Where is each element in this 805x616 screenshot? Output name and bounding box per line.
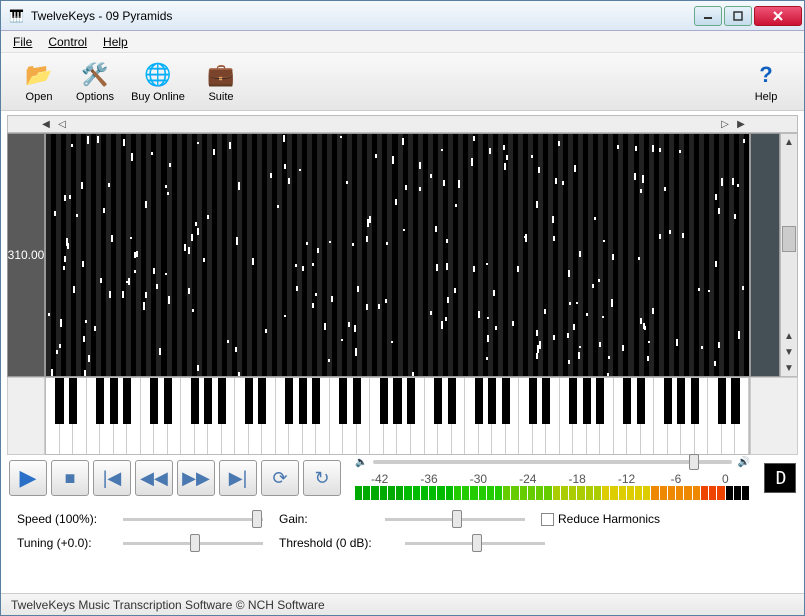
scroll-right-fast-icon[interactable]: ▶ bbox=[733, 116, 749, 132]
speed-label: Speed (100%): bbox=[17, 512, 107, 526]
toolbar: 📂 Open 🛠️ Options 🌐 Buy Online 💼 Suite ?… bbox=[1, 53, 804, 111]
tuning-label: Tuning (+0.0): bbox=[17, 536, 107, 550]
gain-label: Gain: bbox=[279, 512, 369, 526]
go-end-button[interactable]: ▶| bbox=[219, 460, 257, 496]
speaker-low-icon: 🔈 bbox=[355, 457, 367, 468]
play-button[interactable]: ▶ bbox=[9, 460, 47, 496]
speaker-high-icon: 🔊 bbox=[738, 457, 750, 468]
speed-slider[interactable] bbox=[123, 518, 263, 521]
open-button[interactable]: 📂 Open bbox=[11, 57, 67, 107]
tuning-thumb[interactable] bbox=[190, 534, 200, 552]
cycle-button[interactable]: ⟳ bbox=[261, 460, 299, 496]
go-start-button[interactable]: |◀ bbox=[93, 460, 131, 496]
status-bar: TwelveKeys Music Transcription Software … bbox=[1, 593, 804, 615]
loop-button[interactable]: ↻ bbox=[303, 460, 341, 496]
scroll-bottom-icon[interactable]: ▼ bbox=[781, 360, 797, 376]
menu-bar: File Control Help bbox=[1, 31, 804, 53]
reduce-harmonics-checkbox[interactable]: Reduce Harmonics bbox=[541, 512, 660, 526]
scroll-thumb[interactable] bbox=[782, 226, 796, 252]
spectrogram-view[interactable] bbox=[45, 133, 750, 377]
app-icon: 🎹 bbox=[9, 8, 25, 24]
note-display: D bbox=[764, 463, 796, 493]
gain-slider[interactable] bbox=[385, 518, 525, 521]
folder-open-icon: 📂 bbox=[25, 61, 53, 89]
volume-meter-area: 🔈 🔊 -42-36-30-24-18-12-60 bbox=[345, 457, 760, 500]
stop-button[interactable]: ■ bbox=[51, 460, 89, 496]
level-meter bbox=[355, 486, 750, 500]
tools-icon: 🛠️ bbox=[81, 61, 109, 89]
vertical-scrollbar[interactable]: ▲ ▲ ▼ ▼ bbox=[780, 133, 798, 377]
main-area: ◀ ◁ ▷ ▶ 310.00 ▲ ▲ ▼ ▼ bbox=[1, 111, 804, 593]
scroll-right-icon[interactable]: ▷ bbox=[717, 116, 733, 132]
overview-pane[interactable] bbox=[750, 133, 780, 377]
transport-bar: ▶ ■ |◀ ◀◀ ▶▶ ▶| ⟳ ↻ 🔈 🔊 -42-36-30-24-18-… bbox=[7, 455, 798, 501]
scroll-left-fast-icon[interactable]: ◀ bbox=[38, 116, 54, 132]
checkbox-icon[interactable] bbox=[541, 513, 554, 526]
minimize-button[interactable] bbox=[694, 6, 722, 26]
reduce-harmonics-label: Reduce Harmonics bbox=[558, 512, 660, 526]
spectrogram-row: 310.00 ▲ ▲ ▼ ▼ bbox=[7, 133, 798, 377]
time-value: 310.00 bbox=[8, 248, 45, 262]
suite-label: Suite bbox=[208, 91, 233, 103]
help-icon: ? bbox=[752, 61, 780, 89]
globe-icon: 🌐 bbox=[144, 61, 172, 89]
piano-right-gutter bbox=[750, 377, 798, 455]
suite-button[interactable]: 💼 Suite bbox=[193, 57, 249, 107]
threshold-slider[interactable] bbox=[405, 542, 545, 545]
time-gutter: 310.00 bbox=[7, 133, 45, 377]
tuning-slider[interactable] bbox=[123, 542, 263, 545]
title-bar: 🎹 TwelveKeys - 09 Pyramids bbox=[1, 1, 804, 31]
options-label: Options bbox=[76, 91, 114, 103]
buy-label: Buy Online bbox=[131, 91, 185, 103]
rewind-button[interactable]: ◀◀ bbox=[135, 460, 173, 496]
horizontal-nav: ◀ ◁ ▷ ▶ bbox=[7, 115, 798, 133]
fast-forward-button[interactable]: ▶▶ bbox=[177, 460, 215, 496]
scroll-up-icon[interactable]: ▲ bbox=[781, 134, 797, 150]
threshold-thumb[interactable] bbox=[472, 534, 482, 552]
piano-row bbox=[7, 377, 798, 455]
piano-keyboard[interactable] bbox=[45, 377, 750, 455]
threshold-label: Threshold (0 dB): bbox=[279, 536, 389, 550]
db-labels: -42-36-30-24-18-12-60 bbox=[355, 472, 750, 486]
close-button[interactable] bbox=[754, 6, 802, 26]
piano-left-gutter bbox=[7, 377, 45, 455]
window-buttons bbox=[694, 6, 802, 26]
maximize-button[interactable] bbox=[724, 6, 752, 26]
menu-control[interactable]: Control bbox=[42, 33, 93, 51]
window-title: TwelveKeys - 09 Pyramids bbox=[31, 9, 694, 23]
menu-file[interactable]: File bbox=[7, 33, 38, 51]
app-window: 🎹 TwelveKeys - 09 Pyramids File Control … bbox=[0, 0, 805, 616]
slider-section: Speed (100%): Gain: Reduce Harmonics Tun… bbox=[7, 501, 798, 559]
suite-icon: 💼 bbox=[207, 61, 235, 89]
help-button[interactable]: ? Help bbox=[738, 57, 794, 107]
gain-thumb[interactable] bbox=[452, 510, 462, 528]
speed-thumb[interactable] bbox=[252, 510, 262, 528]
status-text: TwelveKeys Music Transcription Software … bbox=[11, 598, 325, 612]
scroll-left-icon[interactable]: ◁ bbox=[54, 116, 70, 132]
help-label: Help bbox=[755, 91, 778, 103]
options-button[interactable]: 🛠️ Options bbox=[67, 57, 123, 107]
menu-help[interactable]: Help bbox=[97, 33, 134, 51]
open-label: Open bbox=[26, 91, 53, 103]
scroll-down-icon[interactable]: ▼ bbox=[781, 344, 797, 360]
volume-slider[interactable] bbox=[373, 460, 731, 464]
scroll-down-upper-icon[interactable]: ▲ bbox=[781, 328, 797, 344]
buy-online-button[interactable]: 🌐 Buy Online bbox=[123, 57, 193, 107]
volume-thumb[interactable] bbox=[689, 454, 699, 470]
